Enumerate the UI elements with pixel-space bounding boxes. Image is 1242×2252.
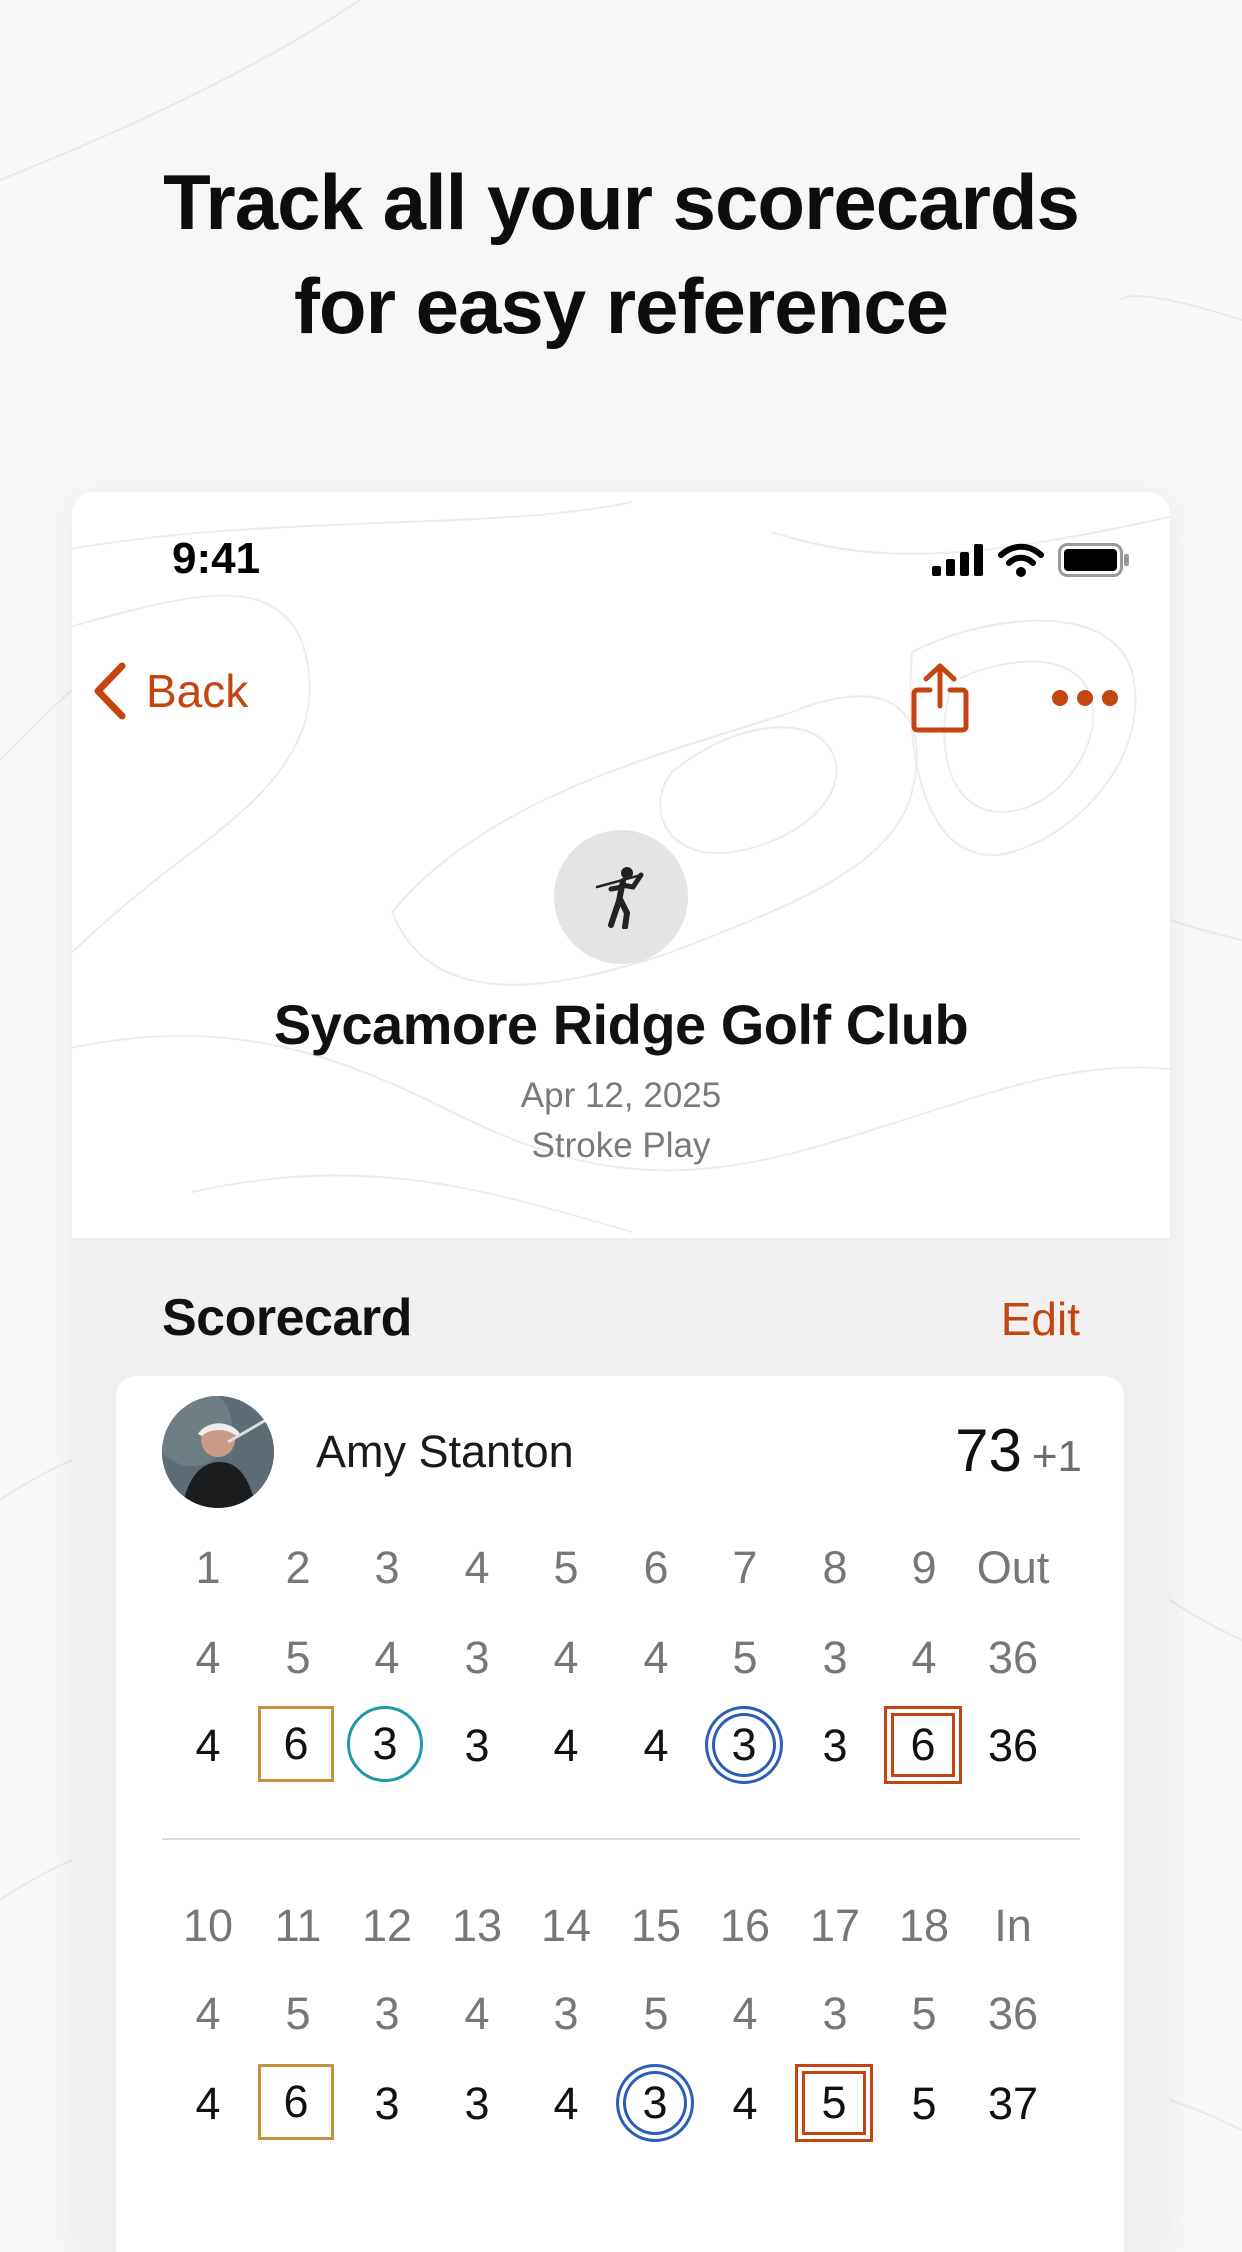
back-hole-numbers: 10 11 12 13 14 15 16 17 18 In: [168, 1886, 1088, 1966]
share-icon: [911, 663, 969, 733]
back-par-2: 5: [285, 1988, 311, 2039]
round-date: Apr 12, 2025: [520, 1076, 722, 1115]
front-score-9: 6: [884, 1706, 962, 1784]
signal-icon: [932, 544, 983, 576]
back-par-4: 4: [464, 1988, 490, 2039]
scorecard-title: Scorecard: [162, 1289, 412, 1347]
front-par-6: 4: [643, 1632, 669, 1683]
scorecard-section: Scorecard Edit Amy Stanton 73 +1 12345678…: [72, 1238, 1170, 2252]
front-par-total: 36: [987, 1632, 1039, 1683]
front-hole-number-3: 3: [374, 1542, 400, 1593]
round-format: Stroke Play: [531, 1126, 711, 1165]
back-par-total: 36: [987, 1988, 1039, 2039]
back-hole-number-5: 14: [540, 1900, 592, 1951]
status-time: 9:41: [172, 534, 261, 583]
front-score-2: 6: [258, 1706, 334, 1782]
back-hole-number-3: 12: [361, 1900, 413, 1951]
back-score-9: 5: [911, 2078, 937, 2129]
total-strokes: 73: [955, 1417, 1022, 1484]
back-par-8: 3: [822, 1988, 848, 2039]
front-hole-number-7: 7: [732, 1542, 758, 1593]
front-par-row: 4 5 4 3 4 4 5 3 4 36: [168, 1618, 1088, 1698]
back-button[interactable]: Back: [92, 662, 248, 720]
front-hole-number-5: 5: [553, 1542, 579, 1593]
back-score-5: 4: [553, 2078, 579, 2129]
back-hole-number-1: 10: [182, 1900, 234, 1951]
back-par-row: 4 5 3 4 3 5 4 3 5 36: [168, 1974, 1088, 2054]
front-par-9: 4: [911, 1632, 937, 1683]
back-score-3: 3: [374, 2078, 400, 2129]
more-button[interactable]: [1050, 688, 1120, 713]
front-hole-numbers: 1 2 3 4 5 6 7 8 9 Out: [168, 1528, 1088, 1608]
player-scorecard: Amy Stanton 73 +1 1 2 3 4 5 6 7 8 9 Out 4543445343…: [116, 1376, 1124, 2252]
back-hole-number-4: 13: [451, 1900, 503, 1951]
back-par-9: 5: [911, 1988, 937, 2039]
front-hole-number-9: 9: [911, 1542, 937, 1593]
headline-line-2: for easy reference: [293, 262, 949, 350]
front-score-row: 4 6 3 3 4 4 3 3 6 36: [168, 1706, 1088, 1786]
front-par-1: 4: [195, 1632, 221, 1683]
battery-icon: [1058, 543, 1129, 577]
back-score-total: 37: [987, 2078, 1039, 2129]
back-par-5: 3: [553, 1988, 579, 2039]
back-par-7: 4: [732, 1988, 758, 2039]
course-avatar: [554, 830, 688, 964]
nine-divider: [162, 1838, 1080, 1840]
front-score-3: 3: [347, 1706, 423, 1782]
share-button[interactable]: [910, 662, 970, 739]
back-hole-number-total: In: [994, 1900, 1032, 1951]
back-score-row: 4 6 3 3 4 3 4 5 5 37: [168, 2064, 1088, 2144]
back-label: Back: [146, 665, 249, 717]
back-score-6: 3: [616, 2064, 694, 2142]
back-hole-number-8: 17: [809, 1900, 861, 1951]
phone-screen: 9:41 Back Sycamore Ridge Golf Club Apr 1…: [72, 492, 1170, 2252]
front-par-2: 5: [285, 1632, 311, 1683]
back-score-1: 4: [195, 2078, 221, 2129]
front-score-4: 3: [464, 1720, 490, 1771]
back-score-2: 6: [258, 2064, 334, 2140]
status-icons: [932, 540, 1130, 580]
back-hole-number-2: 11: [274, 1900, 322, 1951]
back-score-4: 3: [464, 2078, 490, 2129]
front-score-total: 36: [987, 1720, 1039, 1771]
back-hole-number-6: 15: [630, 1900, 682, 1951]
front-hole-number-6: 6: [643, 1542, 669, 1593]
front-par-7: 5: [732, 1632, 758, 1683]
front-hole-number-2: 2: [285, 1542, 311, 1593]
marketing-headline: Track all your scorecards for easy refer…: [0, 150, 1242, 358]
back-hole-number-9: 18: [898, 1900, 950, 1951]
back-score-8: 5: [795, 2064, 873, 2142]
front-score-1: 4: [195, 1720, 221, 1771]
back-hole-number-7: 16: [719, 1900, 771, 1951]
front-par-8: 3: [822, 1632, 848, 1683]
front-score-6: 4: [643, 1720, 669, 1771]
player-total-score: 73 +1: [955, 1416, 1082, 1485]
golfer-icon: [595, 867, 644, 929]
headline-line-1: Track all your scorecards: [163, 158, 1080, 246]
course-name: Sycamore Ridge Golf Club: [273, 993, 969, 1056]
front-hole-number-4: 4: [464, 1542, 490, 1593]
edit-button[interactable]: Edit: [1001, 1292, 1080, 1346]
front-hole-number-1: 1: [195, 1542, 221, 1593]
player-name: Amy Stanton: [316, 1426, 574, 1477]
score-to-par: +1: [1031, 1432, 1082, 1481]
front-par-3: 4: [374, 1632, 400, 1683]
back-par-1: 4: [195, 1988, 221, 2039]
back-par-6: 5: [643, 1988, 669, 2039]
front-hole-number-8: 8: [822, 1542, 848, 1593]
wifi-icon: [998, 543, 1044, 577]
more-icon: [1052, 690, 1118, 706]
chevron-left-icon: [94, 662, 126, 720]
front-score-7: 3: [705, 1706, 783, 1784]
front-score-8: 3: [822, 1720, 848, 1771]
back-par-3: 3: [374, 1988, 400, 2039]
front-hole-number-total: Out: [976, 1542, 1050, 1593]
avatar: [162, 1396, 274, 1508]
front-score-5: 4: [553, 1720, 579, 1771]
front-par-4: 3: [464, 1632, 490, 1683]
back-score-7: 4: [732, 2078, 758, 2129]
front-par-5: 4: [553, 1632, 579, 1683]
